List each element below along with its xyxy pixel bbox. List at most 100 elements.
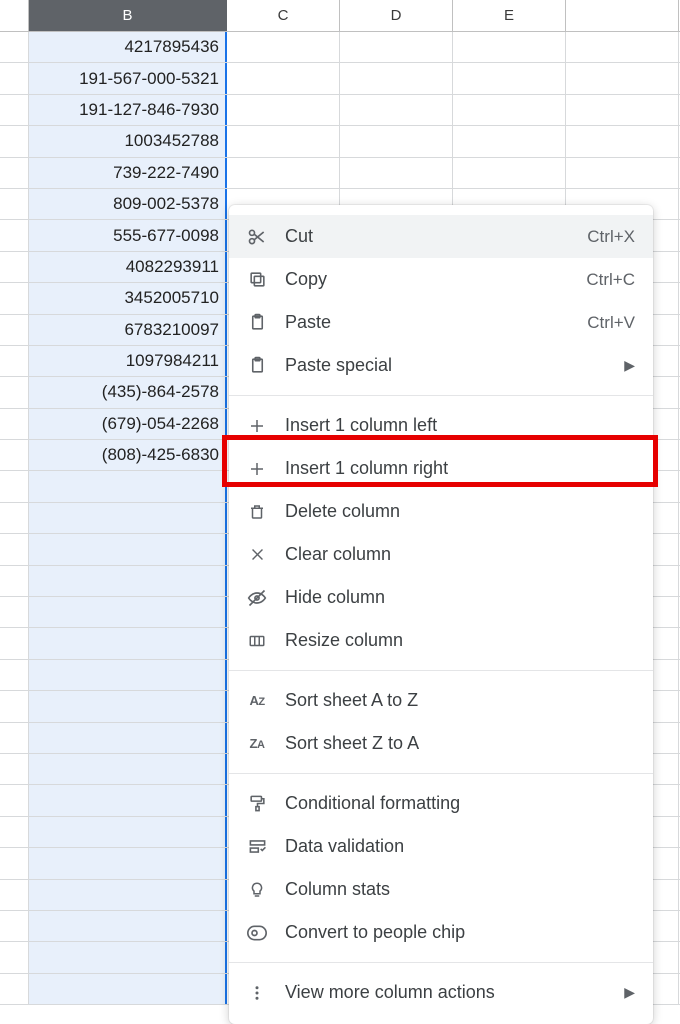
row-number-gutter[interactable]: [0, 942, 29, 972]
cell-C[interactable]: [227, 126, 340, 156]
row-number-gutter[interactable]: [0, 409, 29, 439]
cell-B[interactable]: 809-002-5378: [29, 189, 227, 219]
menu-cut[interactable]: Cut Ctrl+X: [229, 215, 653, 258]
row-number-gutter[interactable]: [0, 754, 29, 784]
row-number-gutter[interactable]: [0, 911, 29, 941]
cell-B[interactable]: 1003452788: [29, 126, 227, 156]
cell-D[interactable]: [340, 95, 453, 125]
cell-B[interactable]: [29, 660, 227, 690]
cell-C[interactable]: [227, 158, 340, 188]
column-header-E[interactable]: E: [453, 0, 566, 31]
row-number-gutter[interactable]: [0, 974, 29, 1004]
cell-B[interactable]: [29, 911, 227, 941]
menu-conditional-formatting[interactable]: Conditional formatting: [229, 782, 653, 825]
row-number-gutter[interactable]: [0, 32, 29, 62]
cell-B[interactable]: [29, 817, 227, 847]
menu-clear-column[interactable]: Clear column: [229, 533, 653, 576]
cell-B[interactable]: [29, 974, 227, 1004]
row-number-gutter[interactable]: [0, 220, 29, 250]
cell-E[interactable]: [453, 63, 566, 93]
cell-B[interactable]: 3452005710: [29, 283, 227, 313]
cell-B[interactable]: (435)-864-2578: [29, 377, 227, 407]
cell-D[interactable]: [340, 158, 453, 188]
cell-B[interactable]: [29, 534, 227, 564]
menu-people-chip[interactable]: Convert to people chip: [229, 911, 653, 954]
row-number-gutter[interactable]: [0, 440, 29, 470]
cell-B[interactable]: [29, 942, 227, 972]
cell-E[interactable]: [453, 32, 566, 62]
cell-F[interactable]: [566, 158, 679, 188]
row-number-gutter[interactable]: [0, 158, 29, 188]
cell-B[interactable]: 739-222-7490: [29, 158, 227, 188]
row-number-gutter[interactable]: [0, 471, 29, 501]
menu-resize-column[interactable]: Resize column: [229, 619, 653, 662]
row-number-gutter[interactable]: [0, 503, 29, 533]
cell-D[interactable]: [340, 63, 453, 93]
cell-B[interactable]: [29, 628, 227, 658]
row-number-gutter[interactable]: [0, 252, 29, 282]
menu-sort-za[interactable]: ZA Sort sheet Z to A: [229, 722, 653, 765]
menu-sort-az[interactable]: AZ Sort sheet A to Z: [229, 679, 653, 722]
menu-delete-column[interactable]: Delete column: [229, 490, 653, 533]
cell-B[interactable]: 4217895436: [29, 32, 227, 62]
row-number-gutter[interactable]: [0, 691, 29, 721]
column-header-D[interactable]: D: [340, 0, 453, 31]
menu-data-validation[interactable]: Data validation: [229, 825, 653, 868]
cell-C[interactable]: [227, 63, 340, 93]
cell-C[interactable]: [227, 95, 340, 125]
cell-B[interactable]: [29, 754, 227, 784]
menu-paste-special[interactable]: Paste special ▶: [229, 344, 653, 387]
row-number-gutter[interactable]: [0, 566, 29, 596]
cell-E[interactable]: [453, 126, 566, 156]
row-number-gutter[interactable]: [0, 785, 29, 815]
cell-F[interactable]: [566, 126, 679, 156]
cell-B[interactable]: [29, 848, 227, 878]
cell-E[interactable]: [453, 95, 566, 125]
row-number-gutter[interactable]: [0, 723, 29, 753]
cell-E[interactable]: [453, 158, 566, 188]
menu-column-stats[interactable]: Column stats: [229, 868, 653, 911]
column-header-B[interactable]: B: [29, 0, 227, 31]
cell-B[interactable]: [29, 566, 227, 596]
menu-insert-col-left[interactable]: Insert 1 column left: [229, 404, 653, 447]
column-header-C[interactable]: C: [227, 0, 340, 31]
row-number-gutter[interactable]: [0, 189, 29, 219]
row-number-gutter[interactable]: [0, 534, 29, 564]
cell-B[interactable]: 191-127-846-7930: [29, 95, 227, 125]
cell-B[interactable]: [29, 597, 227, 627]
cell-B[interactable]: 6783210097: [29, 315, 227, 345]
menu-view-more[interactable]: View more column actions ▶: [229, 971, 653, 1014]
cell-B[interactable]: [29, 471, 227, 501]
cell-B[interactable]: 191-567-000-5321: [29, 63, 227, 93]
menu-paste[interactable]: Paste Ctrl+V: [229, 301, 653, 344]
cell-D[interactable]: [340, 126, 453, 156]
menu-hide-column[interactable]: Hide column: [229, 576, 653, 619]
row-number-gutter[interactable]: [0, 126, 29, 156]
cell-B[interactable]: [29, 503, 227, 533]
row-number-gutter[interactable]: [0, 628, 29, 658]
cell-B[interactable]: 555-677-0098: [29, 220, 227, 250]
cell-F[interactable]: [566, 63, 679, 93]
menu-copy[interactable]: Copy Ctrl+C: [229, 258, 653, 301]
cell-C[interactable]: [227, 32, 340, 62]
cell-B[interactable]: 4082293911: [29, 252, 227, 282]
cell-B[interactable]: [29, 691, 227, 721]
row-number-gutter[interactable]: [0, 377, 29, 407]
menu-insert-col-right[interactable]: Insert 1 column right: [229, 447, 653, 490]
cell-B[interactable]: [29, 880, 227, 910]
row-number-gutter[interactable]: [0, 315, 29, 345]
row-number-gutter[interactable]: [0, 283, 29, 313]
row-number-gutter[interactable]: [0, 848, 29, 878]
cell-F[interactable]: [566, 95, 679, 125]
row-number-gutter[interactable]: [0, 95, 29, 125]
cell-B[interactable]: [29, 785, 227, 815]
row-number-gutter[interactable]: [0, 817, 29, 847]
row-number-gutter[interactable]: [0, 660, 29, 690]
cell-B[interactable]: 1097984211: [29, 346, 227, 376]
cell-D[interactable]: [340, 32, 453, 62]
cell-F[interactable]: [566, 32, 679, 62]
row-number-gutter[interactable]: [0, 346, 29, 376]
cell-B[interactable]: [29, 723, 227, 753]
row-number-gutter[interactable]: [0, 597, 29, 627]
cell-B[interactable]: (679)-054-2268: [29, 409, 227, 439]
